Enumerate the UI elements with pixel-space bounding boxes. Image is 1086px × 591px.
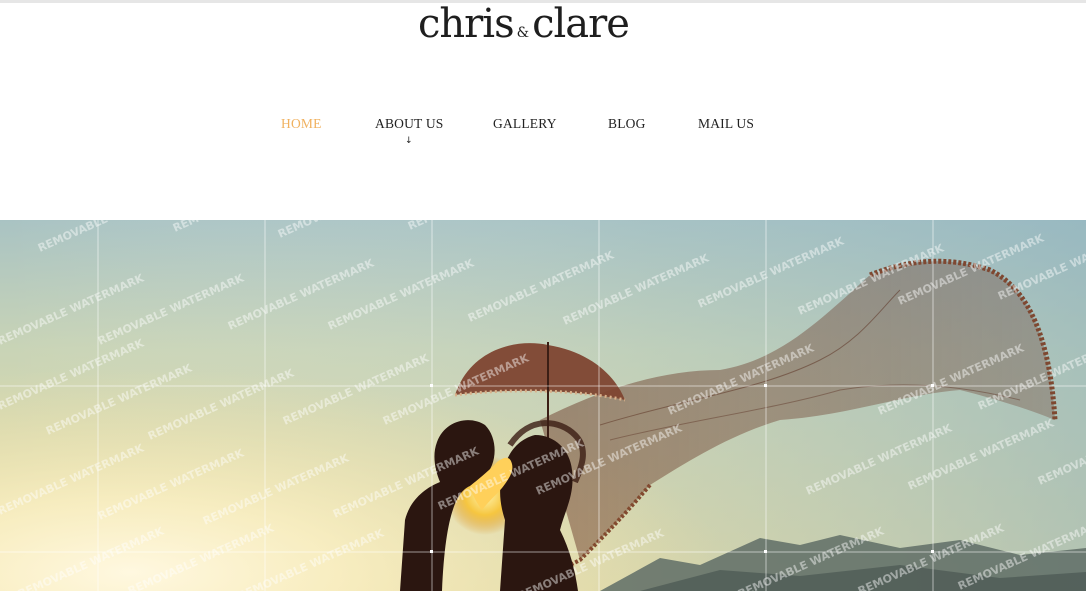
hero-photo: REMOVABLE WATERMARK REMOVABLE WATERMARK …: [0, 220, 1086, 591]
logo-ampersand: &: [516, 25, 530, 41]
nav-gallery[interactable]: GALLERY: [493, 116, 557, 132]
logo-word-chris: chris: [418, 1, 515, 47]
logo-word-clare: clare: [532, 1, 630, 47]
submenu-arrow-icon: ↓: [405, 136, 413, 146]
nav-blog[interactable]: BLOG: [608, 116, 646, 132]
nav-about-us[interactable]: ABOUT US: [375, 116, 444, 132]
nav-mail-us[interactable]: MAIL US: [698, 116, 754, 132]
main-navigation: HOME ABOUT US ↓ GALLERY BLOG MAIL US: [0, 116, 1086, 146]
site-logo[interactable]: chris &clare: [0, 0, 1086, 48]
nav-home[interactable]: HOME: [281, 116, 322, 132]
hero-image: REMOVABLE WATERMARK REMOVABLE WATERMARK …: [0, 220, 1086, 591]
